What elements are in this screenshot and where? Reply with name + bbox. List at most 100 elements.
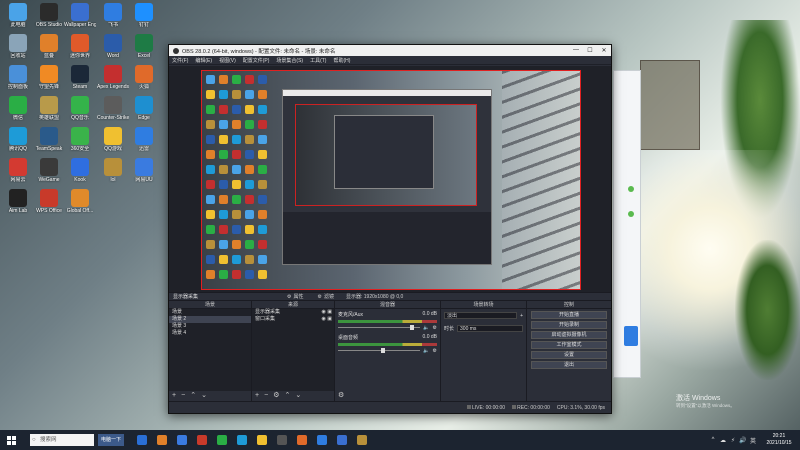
move-down-button[interactable]: ⌄ [295, 391, 301, 401]
desktop-icon[interactable]: Global Off... [64, 189, 96, 223]
properties-button[interactable]: 属性 [287, 293, 303, 300]
side-panel-button[interactable] [624, 326, 638, 346]
desktop-icon[interactable]: 网易UU [128, 158, 160, 192]
transition-add-icon[interactable]: + [520, 313, 523, 319]
volume-slider[interactable]: 🔈 ⚙ [338, 325, 437, 331]
desktop-icon[interactable]: Apex Legends [97, 65, 129, 99]
scene-item[interactable]: 场景 3 [169, 323, 251, 330]
taskbar-app-icon[interactable] [352, 430, 372, 450]
move-up-button[interactable]: ⌃ [190, 391, 196, 401]
start-streaming-button[interactable]: 开始直播 [531, 311, 607, 319]
desktop-icon[interactable]: 钉钉 [128, 3, 160, 37]
move-up-button[interactable]: ⌃ [284, 391, 290, 401]
desktop-icon[interactable]: Wallpaper Engine [64, 3, 96, 37]
source-item[interactable]: 显示器采集 ◉ ▣ [252, 309, 334, 316]
start-virtual-camera-button[interactable]: 启动虚拟摄像机 [531, 331, 607, 339]
desktop-icon[interactable]: 360安全 [64, 127, 96, 161]
tray-power-icon[interactable]: ⚡ [728, 437, 738, 444]
source-item[interactable]: 窗口采集 ◉ ▣ [252, 316, 334, 323]
desktop-icon[interactable]: Excel [128, 34, 160, 68]
tray-ime-icon[interactable]: 英 [748, 436, 758, 445]
menu-profile[interactable]: 配置文件(P) [243, 57, 270, 64]
remove-scene-button[interactable]: − [181, 391, 185, 401]
close-button[interactable]: ✕ [597, 47, 611, 54]
menu-file[interactable]: 文件(F) [172, 57, 188, 64]
slider-knob[interactable] [380, 348, 385, 353]
taskbar-search-input[interactable]: 搜索网 [30, 434, 94, 446]
remove-source-button[interactable]: − [264, 391, 268, 401]
start-recording-button[interactable]: 开始录制 [531, 321, 607, 329]
desktop-icon[interactable]: Aim Lab [2, 189, 34, 223]
minimize-button[interactable]: — [569, 47, 583, 54]
scene-item-selected[interactable]: 场景 2 [169, 316, 251, 323]
tray-cloud-icon[interactable]: ☁ [718, 437, 728, 444]
desktop-icon[interactable]: 微信 [2, 96, 34, 130]
taskbar-app-icon[interactable] [252, 430, 272, 450]
settings-button[interactable]: 设置 [531, 351, 607, 359]
desktop-icon[interactable]: 飞书 [97, 3, 129, 37]
desktop-icon[interactable]: QQ音乐 [64, 96, 96, 130]
desktop-icon[interactable]: WPS Office [33, 189, 65, 223]
desktop-icon[interactable]: 回收站 [2, 34, 34, 68]
volume-slider[interactable]: 🔈 ⚙ [338, 348, 437, 354]
tray-expand-icon[interactable]: ^ [708, 437, 718, 443]
desktop-icon[interactable]: 守望先锋 [33, 65, 65, 99]
taskbar-app-icon[interactable] [152, 430, 172, 450]
duration-input[interactable]: 300 ms [457, 325, 523, 332]
scene-item[interactable]: 场景 4 [169, 330, 251, 337]
desktop-icon[interactable]: TeamSpeak [33, 127, 65, 161]
desktop-icon[interactable]: 腾讯QQ [2, 127, 34, 161]
studio-mode-button[interactable]: 工作室模式 [531, 341, 607, 349]
mixer-gear-icon[interactable]: ⚙ [338, 391, 344, 401]
taskbar-app-icon[interactable] [232, 430, 252, 450]
channel-gear-icon[interactable]: ⚙ [433, 325, 437, 331]
desktop-icon[interactable]: 蓝叠 [33, 34, 65, 68]
visibility-eye-icon[interactable]: ◉ ▣ [322, 316, 332, 323]
desktop-icon[interactable]: Kook [64, 158, 96, 192]
menu-scene-collection[interactable]: 场景集合(S) [276, 57, 303, 64]
taskbar-app-icon[interactable] [332, 430, 352, 450]
desktop-icon[interactable]: lol [97, 158, 129, 192]
transition-select[interactable]: 淡出 [444, 312, 518, 319]
desktop-icon[interactable]: Edge [128, 96, 160, 130]
desktop-icon[interactable]: Word [97, 34, 129, 68]
filters-button[interactable]: 滤镜 [318, 293, 334, 300]
taskbar-app-icon[interactable] [292, 430, 312, 450]
preview-canvas[interactable] [201, 70, 581, 290]
desktop-icon[interactable]: 火狐 [128, 65, 160, 99]
mute-speaker-icon[interactable]: 🔈 [423, 325, 429, 331]
tray-volume-icon[interactable]: 🔊 [738, 437, 748, 444]
exit-button[interactable]: 退出 [531, 361, 607, 369]
taskbar-app-icon[interactable] [172, 430, 192, 450]
desktop-icon[interactable]: Counter-Strike [97, 96, 129, 130]
taskbar-search-button[interactable]: 电脑一下 [98, 434, 124, 446]
menu-view[interactable]: 视图(V) [219, 57, 236, 64]
desktop-icon[interactable]: Steam [64, 65, 96, 99]
obs-titlebar[interactable]: OBS 28.0.2 (64-bit, windows) - 配置文件: 未命名… [169, 45, 611, 56]
menu-edit[interactable]: 编辑(E) [195, 57, 212, 64]
maximize-button[interactable]: ☐ [583, 47, 597, 54]
desktop-icon[interactable]: 此电脑 [2, 3, 34, 37]
menu-help[interactable]: 帮助(H) [333, 57, 350, 64]
desktop-icon[interactable]: 英雄联盟 [33, 96, 65, 130]
desktop-icon[interactable]: 迷你世界 [64, 34, 96, 68]
add-source-button[interactable]: + [255, 391, 259, 401]
desktop-icon[interactable]: 网易云 [2, 158, 34, 192]
taskbar-app-icon[interactable] [212, 430, 232, 450]
desktop-icon[interactable]: 迅雷 [128, 127, 160, 161]
taskbar-app-icon[interactable] [312, 430, 332, 450]
taskbar-app-icon[interactable] [192, 430, 212, 450]
slider-knob[interactable] [410, 325, 415, 330]
add-scene-button[interactable]: + [172, 391, 176, 401]
desktop-icon[interactable]: QQ游戏 [97, 127, 129, 161]
mute-speaker-icon[interactable]: 🔈 [423, 348, 429, 354]
taskbar-app-icon[interactable] [132, 430, 152, 450]
menu-tools[interactable]: 工具(T) [310, 57, 326, 64]
desktop-icon[interactable]: OBS Studio [33, 3, 65, 37]
taskbar-app-icon[interactable] [272, 430, 292, 450]
desktop-icon[interactable]: 控制面板 [2, 65, 34, 99]
start-button[interactable] [0, 430, 22, 450]
visibility-eye-icon[interactable]: ◉ ▣ [322, 309, 332, 316]
taskbar-clock[interactable]: 20:21 2021/10/15 [758, 433, 800, 447]
move-down-button[interactable]: ⌄ [201, 391, 207, 401]
